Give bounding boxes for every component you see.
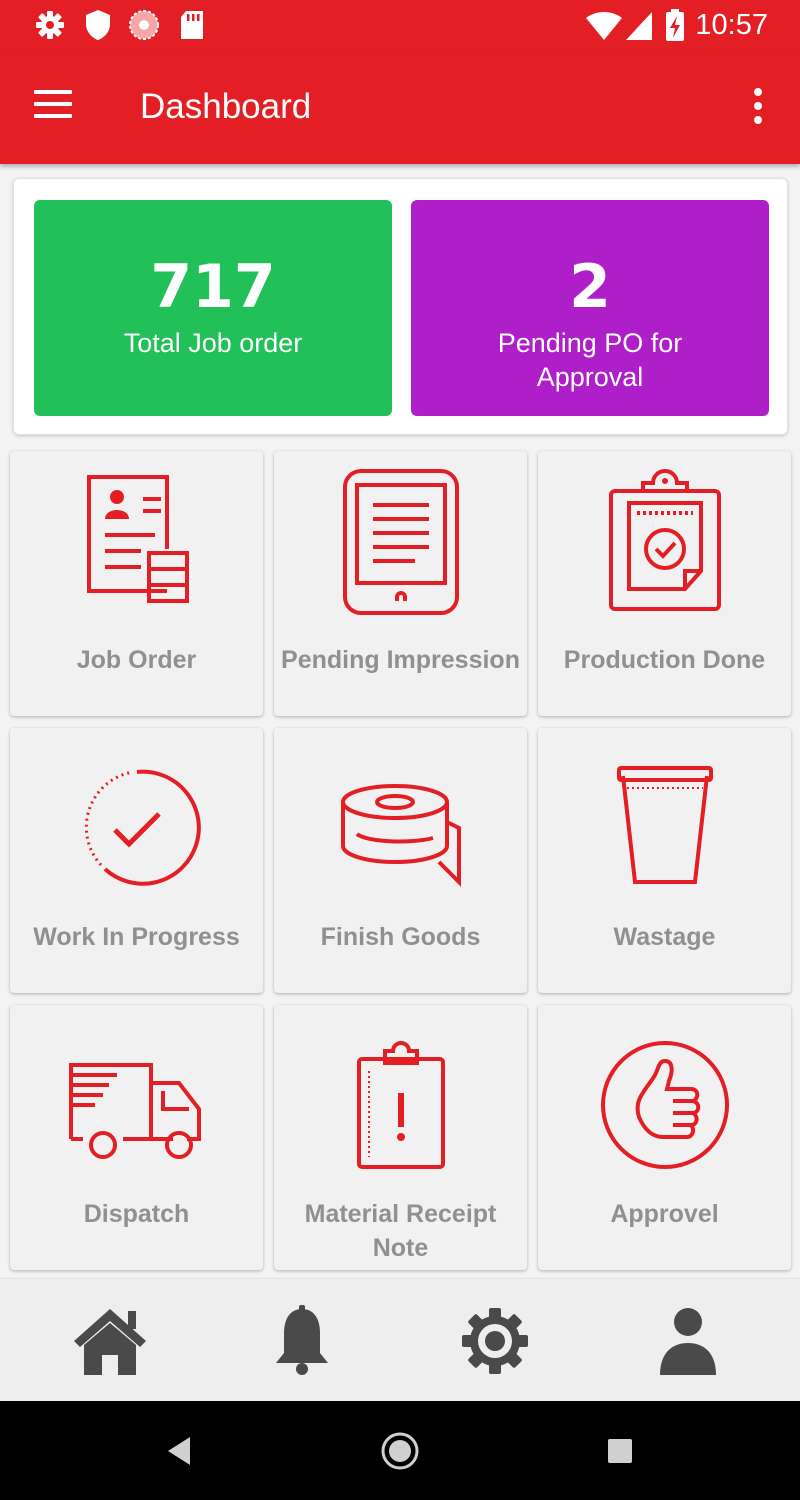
thumbs-up-icon [600,1041,729,1169]
stat-value: 717 [150,252,276,322]
tile-finish-goods[interactable]: Finish Goods [274,728,527,993]
notification-bell-icon[interactable] [262,1305,342,1377]
battery-charging-icon [666,9,684,41]
tile-work-in-progress[interactable]: Work In Progress [10,728,263,993]
tape-roll-icon [340,784,461,887]
tile-production-done[interactable]: Production Done [538,451,791,716]
more-vert-icon[interactable] [746,88,770,128]
clipboard-alert-icon [356,1041,445,1169]
stat-label: Pending PO for Approval [497,328,683,392]
stats-card: 717 Total Job order 2 Pending PO for App… [13,178,788,435]
recents-icon[interactable] [600,1431,640,1471]
total-job-order-tile[interactable]: 717 Total Job order [34,200,392,416]
tile-label: Wastage [613,923,716,951]
page-title: Dashboard [140,87,312,126]
tile-label: Finish Goods [320,923,481,951]
stat-value: 2 [569,252,611,322]
delivery-truck-icon [68,1063,201,1159]
cell-signal-icon [626,12,652,40]
tile-label: Approvel [610,1200,719,1228]
pending-po-tile[interactable]: 2 Pending PO for Approval [411,200,769,416]
tile-wastage[interactable]: Wastage [538,728,791,993]
home-icon[interactable] [70,1305,150,1377]
sd-card-icon [181,11,203,39]
tile-label: Dispatch [83,1200,190,1228]
tile-label: Material Receipt Note [304,1200,497,1262]
tile-label: Pending Impression [281,646,520,674]
status-bar: 10:57 [0,0,800,50]
tile-label: Production Done [563,646,766,674]
tile-dispatch[interactable]: Dispatch [10,1005,263,1270]
wifi-icon [586,12,622,40]
shield-icon [86,10,110,40]
status-time: 10:57 [695,9,768,41]
job-order-icon [86,475,189,603]
home-circle-icon[interactable] [380,1431,420,1471]
hamburger-menu-icon[interactable] [34,90,74,124]
pinwheel-icon [129,10,159,40]
clipboard-check-icon [608,469,721,611]
settings-gear-icon[interactable] [455,1305,535,1377]
stat-label: Total Job order [123,328,303,358]
app-bar: Dashboard [0,50,800,164]
waste-bin-icon [616,766,713,884]
tile-job-order[interactable]: Job Order [10,451,263,716]
tile-label: Work In Progress [33,923,240,951]
settings-icon [36,11,64,39]
tile-material-receipt-note[interactable]: Material Receipt Note [274,1005,527,1270]
tile-pending-impression[interactable]: Pending Impression [274,451,527,716]
system-navigation-bar [0,1401,800,1500]
tile-approvel[interactable]: Approvel [538,1005,791,1270]
progress-check-icon [84,769,201,886]
back-icon[interactable] [160,1431,200,1471]
profile-icon[interactable] [648,1305,728,1377]
bottom-navigation [0,1279,800,1401]
tablet-document-icon [342,469,459,615]
tile-label: Job Order [76,646,197,674]
